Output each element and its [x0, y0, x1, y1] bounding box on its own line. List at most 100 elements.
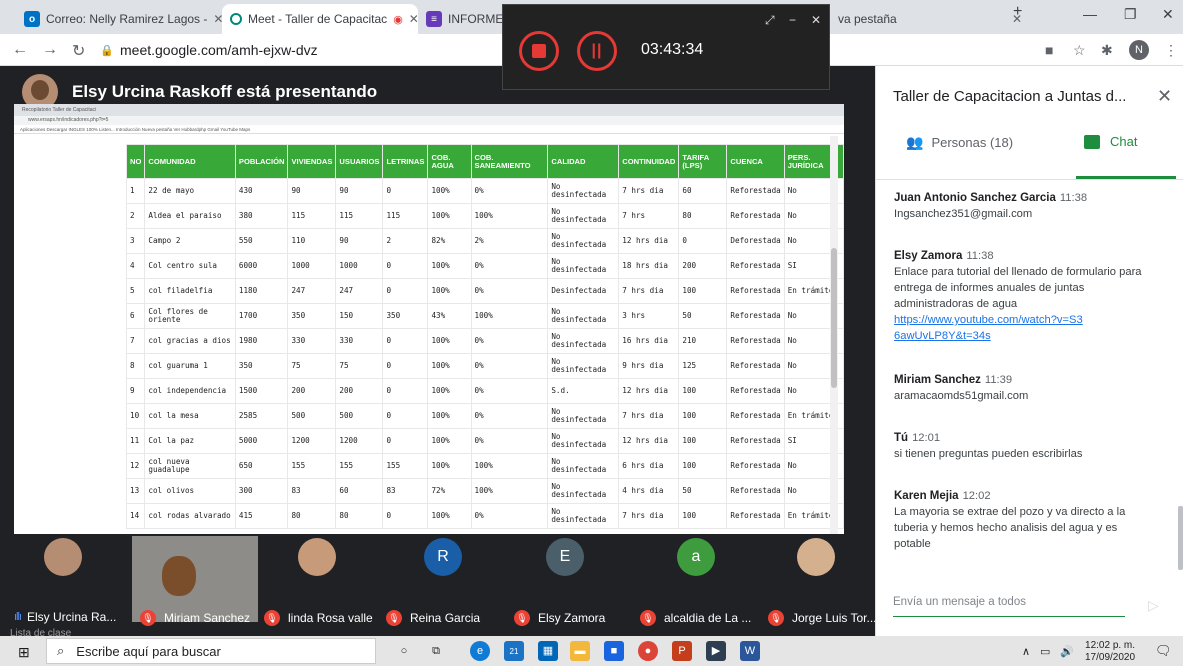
- chrome-icon[interactable]: ●: [638, 641, 658, 661]
- chat-message: Juan Antonio Sanchez Garcia 11:38 Ingsanc…: [894, 190, 1169, 222]
- table-cell: 4 hrs dia: [618, 478, 680, 504]
- participant-avatar[interactable]: [797, 538, 835, 576]
- minimize-icon[interactable]: —: [1083, 6, 1097, 22]
- table-cell: No desinfectada: [547, 228, 620, 254]
- table-cell: 7 hrs dia: [618, 403, 680, 429]
- zoom-icon[interactable]: ■: [604, 641, 624, 661]
- message-link[interactable]: https://www.youtube.com/watch?v=S36awUvL…: [894, 312, 1084, 344]
- back-icon[interactable]: ←: [12, 41, 28, 59]
- table-row: 7 col gracias a dios 1980 330 330 0 100% 0% No d…: [125, 328, 844, 354]
- forward-icon[interactable]: →: [42, 41, 58, 59]
- table-cell: col rodas alvarado: [144, 503, 236, 529]
- table-row: 12 col nueva guadalupe 650 155 155 155 100% 100…: [125, 453, 844, 479]
- tab-informe[interactable]: ≡ INFORME ANU: [418, 4, 504, 34]
- powerpoint-icon[interactable]: P: [672, 641, 692, 661]
- table-cell: 0: [382, 278, 429, 304]
- table-cell: 4: [125, 253, 146, 279]
- table-cell: 115: [287, 203, 337, 229]
- table-cell: No desinfectada: [547, 453, 620, 479]
- taskbar-search[interactable]: ⌕ Escribe aquí para buscar: [46, 638, 376, 664]
- tray-chevron-icon[interactable]: ∧: [1022, 645, 1030, 658]
- chat-scrollbar[interactable]: [1178, 506, 1183, 570]
- edge-icon[interactable]: e: [470, 641, 490, 661]
- meet-icon: [230, 13, 242, 25]
- participant-avatar[interactable]: a: [677, 538, 715, 576]
- app-icon[interactable]: ▶: [706, 641, 726, 661]
- profile-avatar[interactable]: N: [1129, 40, 1149, 60]
- mail-app-icon[interactable]: 21: [504, 641, 524, 661]
- table-cell: 100: [678, 428, 728, 454]
- search-placeholder: Escribe aquí para buscar: [76, 643, 221, 659]
- header-cell: LETRINAS: [382, 144, 429, 179]
- tab-meet[interactable]: Meet - Taller de Capacitac ◉ ✕: [222, 4, 418, 34]
- table-cell: 3 hrs: [618, 303, 680, 329]
- close-icon[interactable]: ✕: [207, 12, 222, 26]
- table-cell: 7 hrs dia: [618, 178, 680, 204]
- bookmark-star-icon[interactable]: ☆: [1073, 42, 1086, 59]
- table-cell: 415: [234, 503, 289, 529]
- table-cell: 50: [678, 478, 728, 504]
- table-cell: 350: [382, 303, 429, 329]
- table-cell: 247: [287, 278, 337, 304]
- mic-off-icon: 🎙: [386, 610, 402, 626]
- table-cell: 6: [125, 303, 146, 329]
- word-icon[interactable]: W: [740, 641, 760, 661]
- task-view-icon[interactable]: ⧉: [426, 641, 446, 661]
- cortana-icon[interactable]: ○: [394, 641, 414, 661]
- extensions-icon[interactable]: ✱: [1101, 42, 1113, 59]
- table-cell: 0%: [470, 503, 549, 529]
- new-tab-icon[interactable]: +: [1013, 3, 1022, 21]
- participant-avatar[interactable]: [44, 538, 82, 576]
- table-cell: Reforestada: [726, 178, 785, 204]
- minimize-icon[interactable]: −: [789, 13, 796, 27]
- table-cell: 100%: [427, 203, 472, 229]
- battery-icon[interactable]: ▭: [1040, 645, 1050, 658]
- tab-correo[interactable]: o Correo: Nelly Ramirez Lagos - ✕: [16, 4, 222, 34]
- close-icon[interactable]: ✕: [403, 12, 418, 26]
- stop-recording-button[interactable]: [519, 31, 559, 71]
- url-text: meet.google.com/amh-ejxw-dvz: [120, 42, 318, 58]
- header-cell: COB. AGUA: [427, 144, 472, 179]
- reload-icon[interactable]: ↻: [72, 41, 85, 61]
- table-cell: 1500: [234, 378, 289, 404]
- camera-icon[interactable]: ■: [1045, 42, 1053, 58]
- restore-icon[interactable]: ❐: [1124, 6, 1137, 23]
- table-cell: 83: [382, 478, 429, 504]
- close-icon[interactable]: ✕: [811, 13, 821, 27]
- tab-new[interactable]: va pestaña ✕: [830, 4, 1030, 34]
- tab-chat[interactable]: Chat: [1084, 134, 1137, 149]
- menu-icon[interactable]: ⋮: [1164, 42, 1178, 59]
- notifications-icon[interactable]: 🗨: [1155, 643, 1172, 659]
- taskbar-clock[interactable]: 12:02 p. m. 17/09/2020: [1085, 640, 1135, 664]
- meet-stage: Elsy Urcina Raskoff está presentando Rec…: [0, 66, 877, 639]
- message-time: 11:38: [966, 250, 994, 262]
- shared-screen: Recopilatorio Taller de Capacitaci www.e…: [14, 104, 844, 534]
- participant-avatar[interactable]: [298, 538, 336, 576]
- windows-start-icon[interactable]: ⊞: [18, 644, 30, 661]
- message-author: Tú: [894, 432, 909, 444]
- recording-timer: 03:43:34: [641, 41, 704, 58]
- participant-avatar[interactable]: E: [546, 538, 584, 576]
- volume-icon[interactable]: 🔊: [1060, 645, 1074, 658]
- table-cell: 12 hrs dia: [618, 228, 680, 254]
- header-cell: USUARIOS: [335, 144, 384, 179]
- close-panel-icon[interactable]: ✕: [1157, 86, 1172, 107]
- window-close-icon[interactable]: ✕: [1162, 6, 1174, 23]
- table-cell: 43%: [427, 303, 472, 329]
- tab-people[interactable]: 👥 Personas (18): [906, 134, 1013, 151]
- table-cell: 7: [125, 328, 146, 354]
- participant-avatar[interactable]: R: [424, 538, 462, 576]
- table-cell: 90: [335, 228, 384, 254]
- table-cell: 100%: [427, 403, 472, 429]
- table-cell: 9 hrs dia: [618, 353, 680, 379]
- pause-recording-button[interactable]: ||: [577, 31, 617, 71]
- table-cell: 200: [678, 253, 728, 279]
- chat-input[interactable]: Envía un mensaje a todos: [893, 596, 1125, 608]
- expand-icon[interactable]: ⤢: [765, 13, 775, 28]
- table-row: 3 Campo 2 550 110 90 2 82% 2% No desinfectada 12 …: [125, 228, 844, 254]
- table-cell: 330: [335, 328, 384, 354]
- file-explorer-icon[interactable]: ▬: [570, 641, 590, 661]
- send-icon[interactable]: ▷: [1148, 597, 1159, 614]
- store-icon[interactable]: ▦: [538, 641, 558, 661]
- table-cell: No desinfectada: [547, 178, 620, 204]
